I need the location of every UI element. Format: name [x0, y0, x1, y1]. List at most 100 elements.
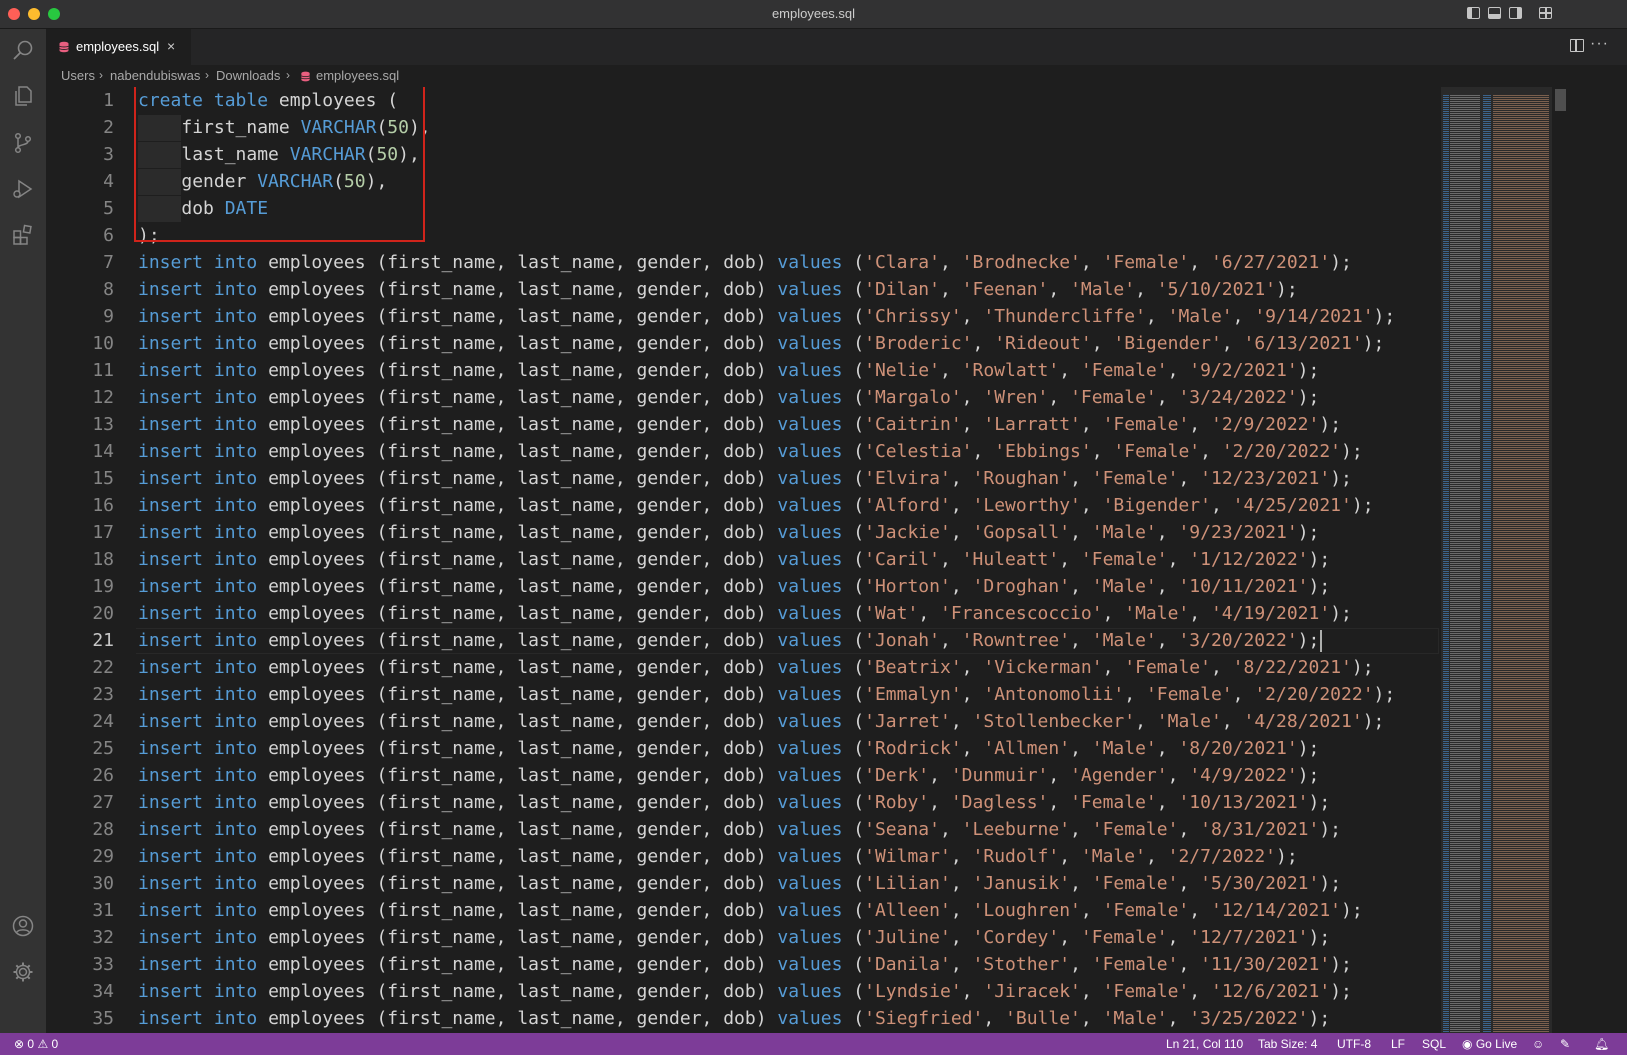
code-line[interactable]: 13 insert into employees (first_name, las…	[46, 412, 1441, 438]
search-icon[interactable]	[11, 38, 35, 62]
minimap-line	[1443, 741, 1449, 742]
toggle-primary-sidebar-icon[interactable]	[1467, 7, 1480, 19]
minimap-line	[1450, 209, 1480, 210]
code-line[interactable]: 34 insert into employees (first_name, las…	[46, 979, 1441, 1005]
toggle-panel-icon[interactable]	[1488, 7, 1501, 19]
minimap-line	[1450, 177, 1480, 178]
problems-indicator[interactable]: ⊗ 0 ⚠ 0	[14, 1037, 58, 1051]
code-editor[interactable]: 1 create table employees (2 first_name VA…	[46, 87, 1441, 1033]
code-line[interactable]: 25 insert into employees (first_name, las…	[46, 736, 1441, 762]
feedback-icon[interactable]: ✎	[1560, 1037, 1570, 1051]
minimap-line	[1493, 679, 1549, 680]
explorer-icon[interactable]	[11, 84, 35, 108]
minimap-line	[1443, 537, 1449, 538]
minimap-line	[1493, 313, 1549, 314]
source-control-icon[interactable]	[11, 131, 35, 155]
copilot-icon[interactable]: ☺	[1532, 1037, 1544, 1051]
minimap-line	[1483, 657, 1491, 658]
code-line[interactable]: 27 insert into employees (first_name, las…	[46, 790, 1441, 816]
code-line[interactable]: 32 insert into employees (first_name, las…	[46, 925, 1441, 951]
vertical-scrollbar[interactable]	[1551, 87, 1567, 1033]
minimap-line	[1493, 601, 1549, 602]
minimap-line	[1493, 161, 1549, 162]
tab-employees-sql[interactable]: employees.sql ×	[46, 29, 191, 65]
minimap-line	[1450, 627, 1480, 628]
breadcrumb-item-user-folder[interactable]: nabendubiswas	[110, 68, 200, 83]
minimap-line	[1493, 1019, 1549, 1020]
accounts-icon[interactable]	[11, 914, 35, 938]
code-line[interactable]: 20 insert into employees (first_name, las…	[46, 601, 1441, 627]
minimap[interactable]	[1441, 87, 1551, 1033]
minimap-line	[1493, 769, 1549, 770]
code-line[interactable]: 8 insert into employees (first_name, last…	[46, 277, 1441, 303]
extensions-icon[interactable]	[11, 223, 35, 247]
minimap-line	[1483, 293, 1491, 294]
minimap-line	[1450, 179, 1480, 180]
toggle-secondary-sidebar-icon[interactable]	[1509, 7, 1522, 19]
code-line[interactable]: 18 insert into employees (first_name, las…	[46, 547, 1441, 573]
code-line[interactable]: 15 insert into employees (first_name, las…	[46, 466, 1441, 492]
cursor-position[interactable]: Ln 21, Col 110	[1166, 1037, 1243, 1051]
code-line[interactable]: 17 insert into employees (first_name, las…	[46, 520, 1441, 546]
minimap-line	[1493, 825, 1549, 826]
code-line[interactable]: 16 insert into employees (first_name, las…	[46, 493, 1441, 519]
minimap-line	[1483, 587, 1491, 588]
code-line[interactable]: 26 insert into employees (first_name, las…	[46, 763, 1441, 789]
minimap-line	[1493, 649, 1549, 650]
minimap-line	[1450, 483, 1480, 484]
language-mode-indicator[interactable]: SQL	[1422, 1037, 1446, 1051]
minimap-line	[1443, 895, 1449, 896]
minimap-line	[1443, 409, 1449, 410]
code-line[interactable]: 12 insert into employees (first_name, las…	[46, 385, 1441, 411]
code-line[interactable]: 21 insert into employees (first_name, las…	[46, 628, 1441, 654]
go-live-button[interactable]: ◉ Go Live	[1462, 1037, 1517, 1051]
minimap-line	[1443, 411, 1449, 412]
minimap-line	[1493, 885, 1549, 886]
breadcrumb-item-users[interactable]: Users	[61, 68, 95, 83]
run-debug-icon[interactable]	[11, 177, 35, 201]
scrollbar-thumb[interactable]	[1555, 89, 1566, 111]
tab-size-indicator[interactable]: Tab Size: 4	[1258, 1037, 1317, 1051]
breadcrumb-item-file[interactable]: employees.sql	[316, 68, 399, 83]
customize-layout-icon[interactable]	[1539, 7, 1552, 19]
code-line[interactable]: 30 insert into employees (first_name, las…	[46, 871, 1441, 897]
code-line[interactable]: 35 insert into employees (first_name, las…	[46, 1006, 1441, 1032]
split-editor-icon[interactable]	[1570, 39, 1584, 52]
minimap-line	[1483, 231, 1491, 232]
code-line[interactable]: 19 insert into employees (first_name, las…	[46, 574, 1441, 600]
minimap-line	[1443, 759, 1449, 760]
eol-indicator[interactable]: LF	[1391, 1037, 1405, 1051]
minimap-line	[1493, 969, 1549, 970]
code-line[interactable]: 22 insert into employees (first_name, las…	[46, 655, 1441, 681]
more-actions-icon[interactable]: ···	[1590, 35, 1609, 53]
breadcrumb-item-downloads[interactable]: Downloads	[216, 68, 280, 83]
code-line[interactable]: 31 insert into employees (first_name, las…	[46, 898, 1441, 924]
encoding-indicator[interactable]: UTF-8	[1337, 1037, 1371, 1051]
minimap-line	[1443, 237, 1449, 238]
code-line[interactable]: 29 insert into employees (first_name, las…	[46, 844, 1441, 870]
close-icon[interactable]: ×	[167, 38, 175, 54]
code-line[interactable]: 14 insert into employees (first_name, las…	[46, 439, 1441, 465]
code-line[interactable]: 24 insert into employees (first_name, las…	[46, 709, 1441, 735]
code-line[interactable]: 23 insert into employees (first_name, las…	[46, 682, 1441, 708]
minimap-line	[1450, 293, 1480, 294]
minimap-line	[1493, 457, 1549, 458]
minimap-line	[1493, 573, 1549, 574]
notifications-bell-icon[interactable]: 🔔︎	[1594, 1037, 1609, 1051]
code-line[interactable]: 7 insert into employees (first_name, last…	[46, 250, 1441, 276]
minimap-line	[1443, 649, 1449, 650]
minimap-line	[1493, 259, 1549, 260]
minimap-line	[1483, 1019, 1491, 1020]
minimap-line	[1493, 129, 1549, 130]
minimap-line	[1450, 449, 1480, 450]
minimap-line	[1450, 429, 1480, 430]
minimap-line	[1450, 193, 1480, 194]
minimap-line	[1450, 139, 1480, 140]
code-line[interactable]: 33 insert into employees (first_name, las…	[46, 952, 1441, 978]
code-line[interactable]: 11 insert into employees (first_name, las…	[46, 358, 1441, 384]
minimap-line	[1483, 513, 1491, 514]
code-line[interactable]: 28 insert into employees (first_name, las…	[46, 817, 1441, 843]
code-line[interactable]: 9 insert into employees (first_name, last…	[46, 304, 1441, 330]
settings-gear-icon[interactable]	[11, 960, 35, 984]
code-line[interactable]: 10 insert into employees (first_name, las…	[46, 331, 1441, 357]
